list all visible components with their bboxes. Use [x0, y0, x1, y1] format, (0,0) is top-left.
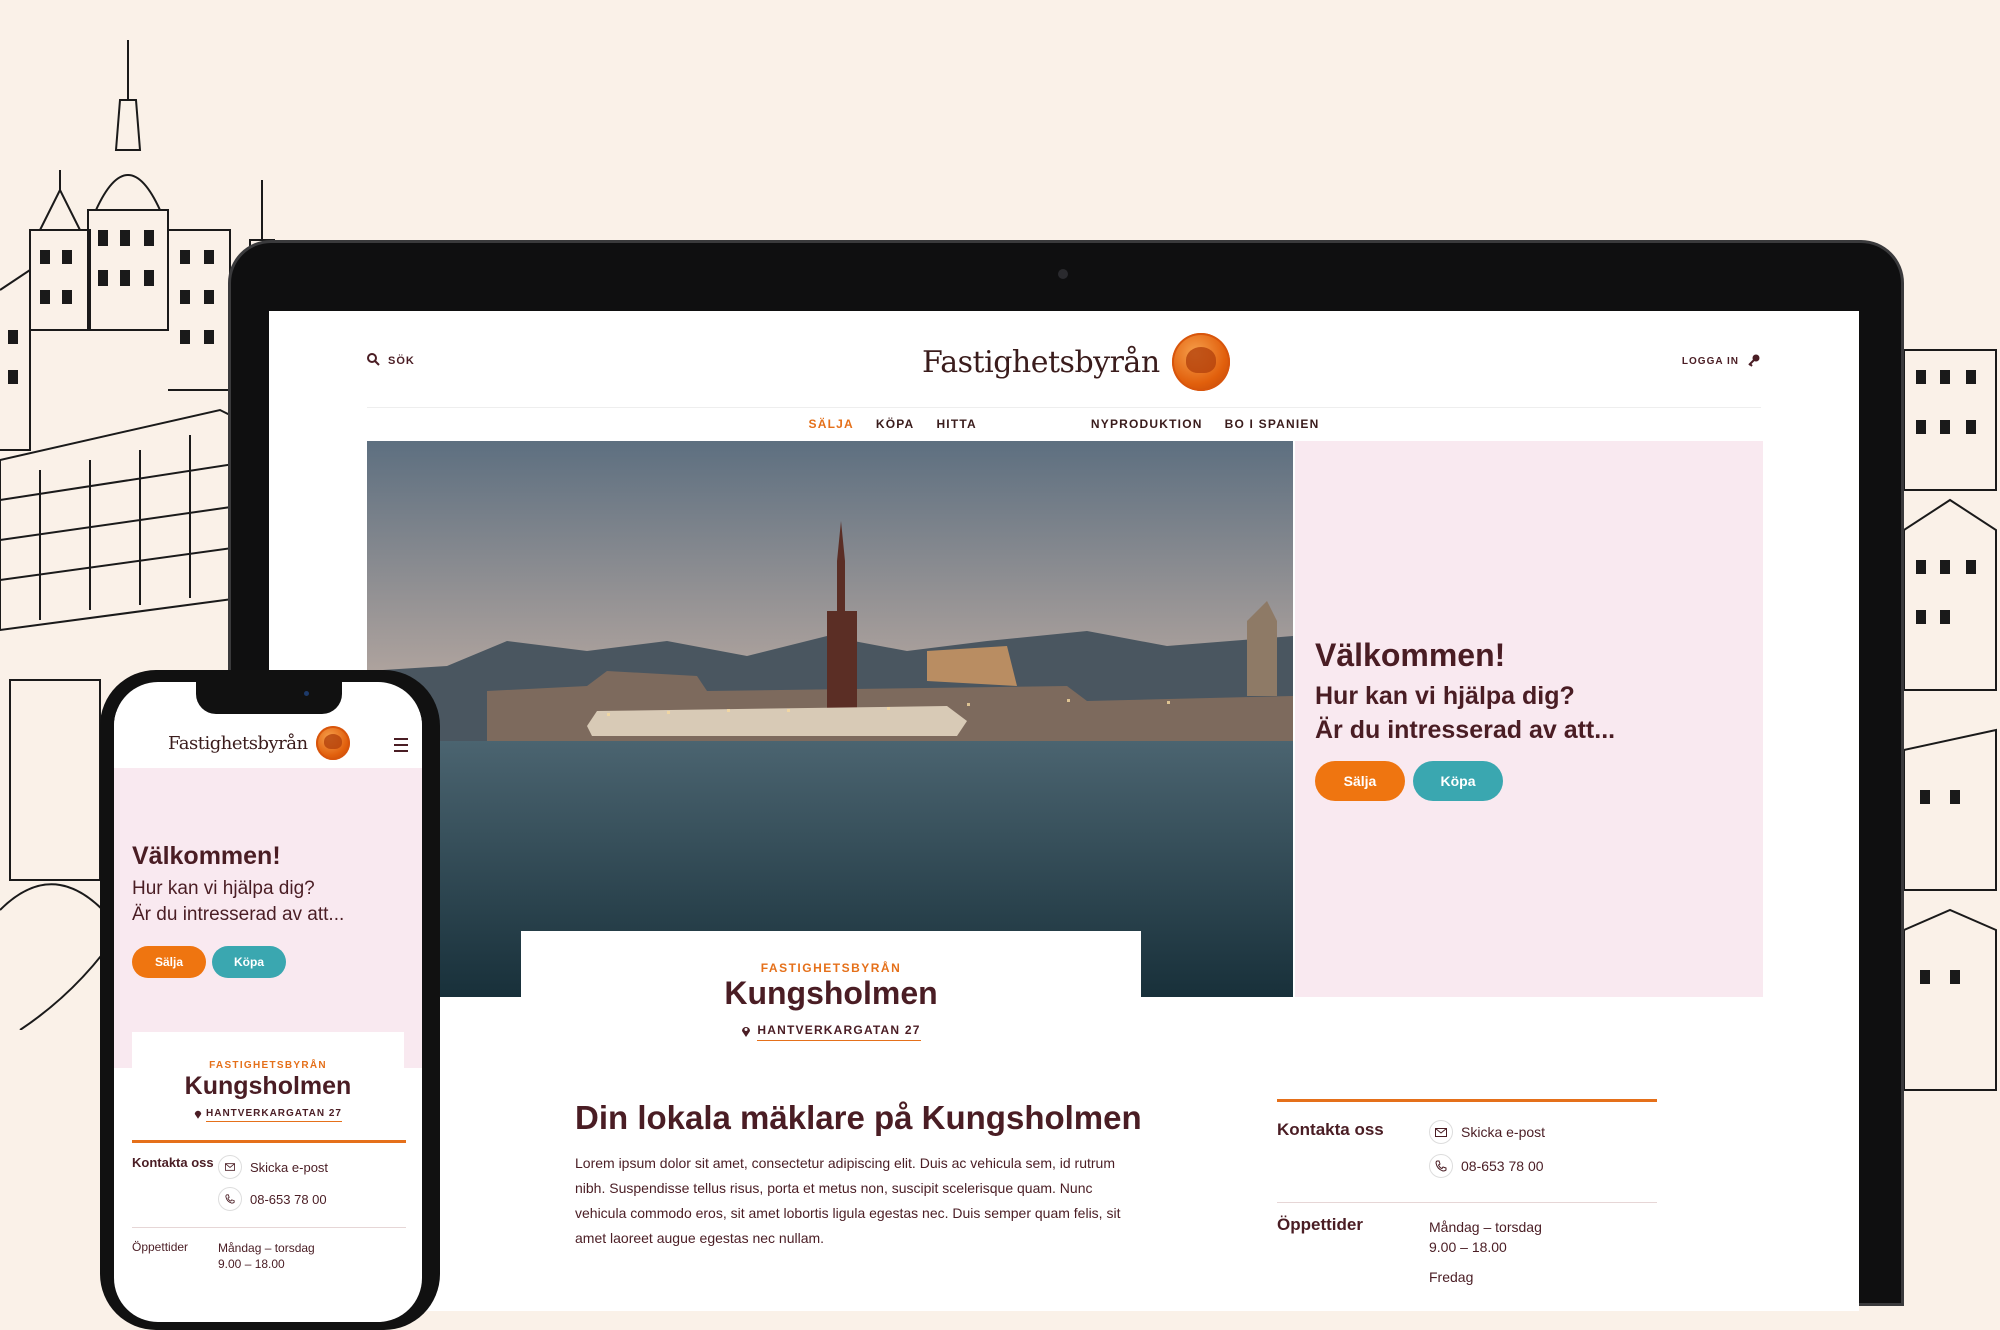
sell-button[interactable]: Sälja: [1315, 761, 1405, 801]
contact-panel: Kontakta oss Skicka e-post 08-653 78 00 …: [1277, 1099, 1657, 1303]
mobile-sell-button[interactable]: Sälja: [132, 946, 206, 978]
office-address[interactable]: HANTVERKARGATAN 27: [521, 1023, 1141, 1041]
nav-item-salja[interactable]: SÄLJA: [809, 417, 854, 431]
intro-text: Lorem ipsum dolor sit amet, consectetur …: [575, 1155, 1121, 1246]
hours-days: Måndag – torsdag: [1429, 1219, 1542, 1235]
nav-item-kopa[interactable]: KÖPA: [876, 417, 915, 431]
hours-label: Öppettider: [1277, 1215, 1363, 1234]
hamburger-menu-icon[interactable]: [394, 738, 408, 752]
key-icon: [1747, 353, 1761, 370]
mobile-hours-days: Måndag – torsdag: [218, 1241, 315, 1255]
site-header: SÖK Fastighetsbyrån LOGGA IN: [367, 311, 1761, 408]
search-label: SÖK: [388, 355, 415, 367]
mobile-contact-panel: Kontakta oss Skicka e-post 08-653 78 00 …: [132, 1140, 406, 1288]
nav-item-hitta[interactable]: HITTA: [936, 417, 976, 431]
email-label: Skicka e-post: [1461, 1124, 1546, 1140]
search-icon: [367, 353, 380, 369]
mobile-location-pin-icon: [194, 1109, 202, 1122]
contact-label: Kontakta oss: [1277, 1120, 1384, 1139]
hero-panel: Välkommen! Hur kan vi hjälpa dig? Är du …: [1295, 441, 1763, 997]
logo-text: Fastighetsbyrån: [922, 344, 1160, 380]
mobile-hero: Välkommen! Hur kan vi hjälpa dig? Är du …: [114, 768, 422, 1068]
webcam: [1058, 269, 1068, 279]
search-link[interactable]: SÖK: [367, 353, 415, 369]
hero-subtitle-line1: Hur kan vi hjälpa dig?: [1315, 682, 1575, 710]
logo-oak-tree-icon: [1171, 333, 1230, 391]
login-label: LOGGA IN: [1681, 356, 1739, 367]
hero-title: Välkommen!: [1315, 637, 1506, 673]
mobile-office-card: FASTIGHETSBYRÅN Kungsholmen HANTVERKARGA…: [132, 1032, 404, 1128]
mobile-office-address-text: HANTVERKARGATAN 27: [206, 1108, 342, 1122]
mobile-contact-label: Kontakta oss: [132, 1155, 214, 1170]
mobile-mail-icon: [218, 1155, 242, 1179]
mobile-email-label: Skicka e-post: [250, 1159, 329, 1175]
mobile-hero-subtitle: Hur kan vi hjälpa dig? Är du intresserad…: [132, 876, 344, 928]
mobile-header: Fastighetsbyrån: [114, 712, 422, 768]
mobile-phone-number: 08-653 78 00: [250, 1191, 327, 1207]
intro-title: Din lokala mäklare på Kungsholmen: [575, 1099, 1142, 1136]
mobile-office-kicker: FASTIGHETSBYRÅN: [209, 1060, 327, 1071]
office-kicker: FASTIGHETSBYRÅN: [760, 961, 902, 975]
laptop-frame: SÖK Fastighetsbyrån LOGGA IN SÄLJA KÖPA …: [231, 243, 1901, 1311]
site-logo[interactable]: Fastighetsbyrån: [922, 333, 1230, 391]
phone-notch: [196, 682, 342, 714]
location-pin-icon: [741, 1025, 751, 1040]
mobile-phone-link[interactable]: 08-653 78 00: [218, 1187, 327, 1211]
phone-icon: [1429, 1154, 1453, 1178]
email-link[interactable]: Skicka e-post: [1429, 1120, 1545, 1144]
mobile-hero-title: Välkommen!: [132, 842, 281, 870]
hero-subtitle-line2: Är du intresserad av att...: [1315, 716, 1616, 744]
nav-item-bo-i-spanien[interactable]: BO I SPANIEN: [1225, 417, 1320, 431]
office-name: Kungsholmen: [724, 975, 938, 1011]
mobile-phone-icon: [218, 1187, 242, 1211]
mobile-logo[interactable]: Fastighetsbyrån: [168, 726, 350, 760]
mobile-logo-oak-tree-icon: [315, 726, 350, 760]
office-address-text: HANTVERKARGATAN 27: [757, 1023, 921, 1041]
mobile-hero-subtitle-line1: Hur kan vi hjälpa dig?: [132, 878, 315, 899]
mobile-hours-label: Öppettider: [132, 1240, 189, 1254]
mobile-office-address[interactable]: HANTVERKARGATAN 27: [132, 1108, 404, 1122]
mobile-buy-button[interactable]: Köpa: [212, 946, 286, 978]
city-sketch-right: [1900, 330, 2000, 1130]
office-card: FASTIGHETSBYRÅN Kungsholmen HANTVERKARGA…: [521, 931, 1141, 1041]
phone-link[interactable]: 08-653 78 00: [1429, 1154, 1544, 1178]
hours-friday: Fredag: [1429, 1269, 1474, 1285]
mobile-hours-time: 9.00 – 18.00: [218, 1257, 285, 1271]
phone-number: 08-653 78 00: [1461, 1158, 1544, 1174]
phone-screen: Fastighetsbyrån Välkommen! Hur kan vi hj…: [114, 682, 422, 1322]
mobile-email-link[interactable]: Skicka e-post: [218, 1155, 328, 1179]
laptop-screen: SÖK Fastighetsbyrån LOGGA IN SÄLJA KÖPA …: [269, 311, 1859, 1311]
hero-image-stockholm: [367, 441, 1293, 997]
login-link[interactable]: LOGGA IN: [1682, 353, 1761, 370]
hero-subtitle: Hur kan vi hjälpa dig? Är du intresserad…: [1315, 679, 1615, 747]
mobile-office-name: Kungsholmen: [184, 1072, 352, 1100]
mobile-logo-text: Fastighetsbyrån: [168, 732, 308, 754]
hours-time: 9.00 – 18.00: [1429, 1239, 1507, 1255]
buy-button[interactable]: Köpa: [1413, 761, 1503, 801]
phone-frame: Fastighetsbyrån Välkommen! Hur kan vi hj…: [100, 670, 440, 1330]
mail-icon: [1429, 1120, 1453, 1144]
main-nav: SÄLJA KÖPA HITTA NYPRODUKTION BO I SPANI…: [269, 407, 1859, 440]
mobile-hero-subtitle-line2: Är du intresserad av att...: [132, 904, 345, 925]
nav-item-nyproduktion[interactable]: NYPRODUKTION: [1091, 417, 1203, 431]
